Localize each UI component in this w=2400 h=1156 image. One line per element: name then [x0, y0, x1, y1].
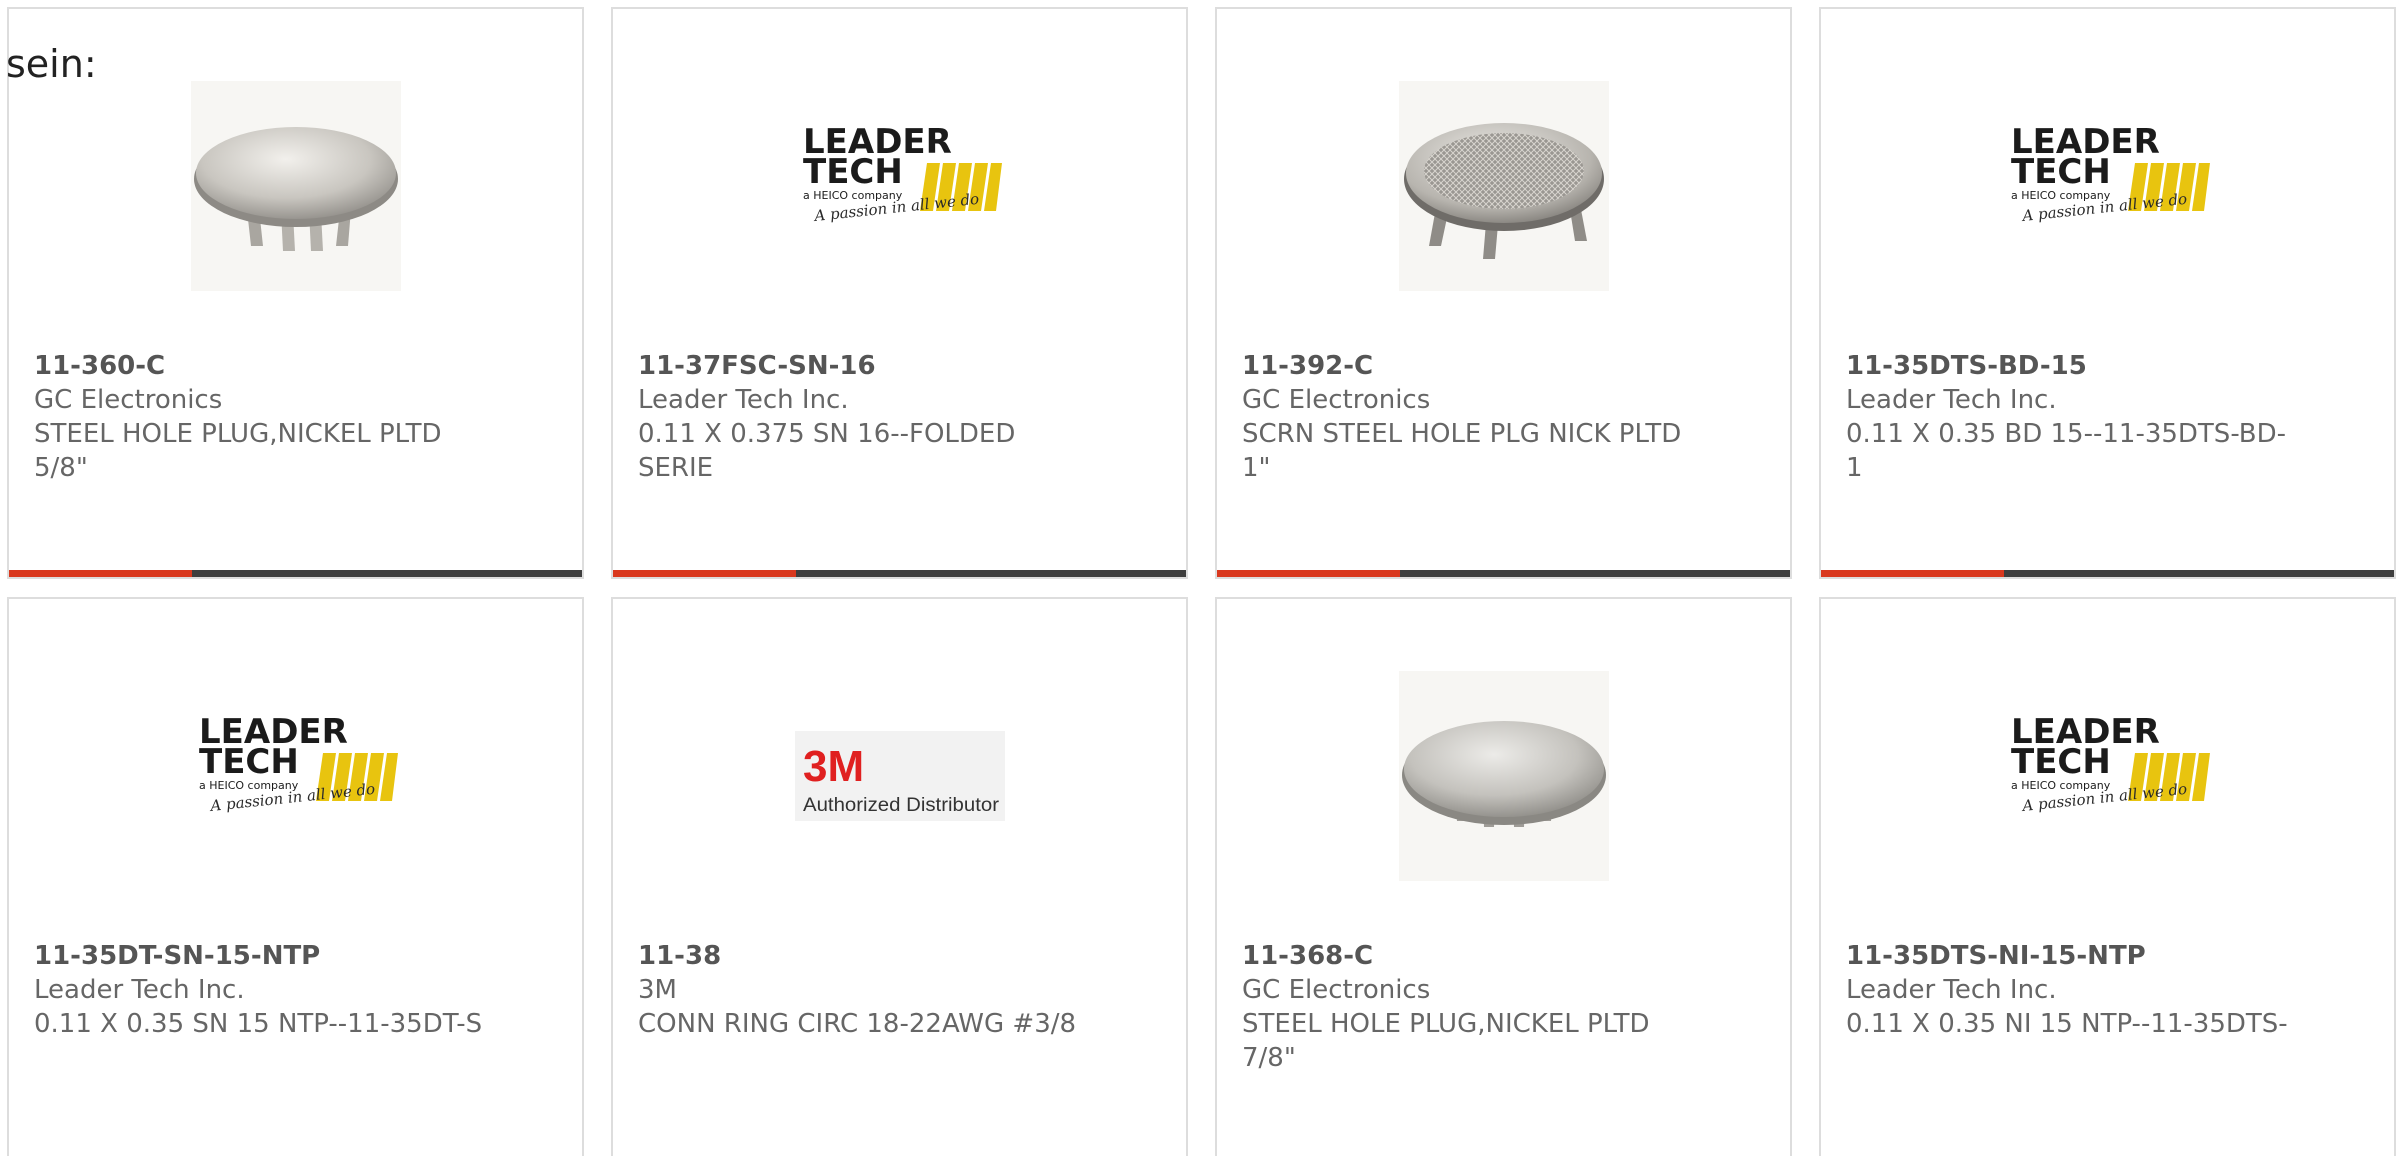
threem-mark: 3M [803, 742, 864, 791]
product-description: SCRN STEEL HOLE PLG NICK PLTD 1" [1242, 419, 1682, 483]
leader-line2: TECH [803, 152, 903, 192]
3m-logo[interactable]: 3M Authorized Distributor [794, 671, 1005, 881]
product-info: 11-35DTS-BD-15 Leader Tech Inc. 0.11 X 0… [1846, 349, 2296, 485]
part-number-link[interactable]: 11-368-C [1242, 939, 1692, 973]
product-card[interactable]: LEADER TECH a HEICO company A passion in… [7, 597, 584, 1156]
leader-tech-logo[interactable]: LEADER TECH a HEICO company A passion in… [2003, 671, 2213, 881]
product-description: 0.11 X 0.375 SN 16--FOLDED SERIE [638, 419, 1016, 483]
product-grid-page: sein: 11-360-C GC Electronics STEEL HOLE… [0, 0, 2400, 1156]
product-info: 11-368-C GC Electronics STEEL HOLE PLUG,… [1242, 939, 1692, 1075]
manufacturer-name: 3M [638, 975, 677, 1005]
leader-tech-logo[interactable]: LEADER TECH a HEICO company A passion in… [795, 81, 1005, 291]
manufacturer-name: GC Electronics [1242, 975, 1431, 1005]
manufacturer-name: Leader Tech Inc. [638, 385, 849, 415]
product-card[interactable]: 11-368-C GC Electronics STEEL HOLE PLUG,… [1215, 597, 1792, 1156]
leader-tech-logo[interactable]: LEADER TECH a HEICO company A passion in… [2003, 81, 2213, 291]
manufacturer-name: Leader Tech Inc. [34, 975, 245, 1005]
product-info: 11-392-C GC Electronics SCRN STEEL HOLE … [1242, 349, 1692, 485]
part-number-link[interactable]: 11-35DTS-NI-15-NTP [1846, 939, 2296, 973]
hole-plug-image[interactable] [1398, 671, 1609, 881]
card-accent-bar [613, 570, 1186, 577]
card-accent-bar [1821, 570, 2394, 577]
product-description: 0.11 X 0.35 NI 15 NTP--11-35DTS- [1846, 1009, 2288, 1039]
manufacturer-name: GC Electronics [34, 385, 223, 415]
hole-plug-image[interactable] [190, 81, 401, 291]
product-card[interactable]: 3M Authorized Distributor 11-38 3M CONN … [611, 597, 1188, 1156]
part-number-link[interactable]: 11-392-C [1242, 349, 1692, 383]
screen-hole-plug-image[interactable] [1398, 81, 1609, 291]
product-info: 11-37FSC-SN-16 Leader Tech Inc. 0.11 X 0… [638, 349, 1088, 485]
part-number-link[interactable]: 11-37FSC-SN-16 [638, 349, 1088, 383]
product-info: 11-35DTS-NI-15-NTP Leader Tech Inc. 0.11… [1846, 939, 2296, 1041]
product-card[interactable]: LEADER TECH a HEICO company A passion in… [1819, 7, 2396, 579]
product-description: 0.11 X 0.35 SN 15 NTP--11-35DT-S [34, 1009, 483, 1039]
leader-tech-logo[interactable]: LEADER TECH a HEICO company A passion in… [191, 671, 401, 881]
leader-line2: TECH [199, 742, 299, 782]
leader-line2: TECH [2011, 152, 2111, 192]
leader-line2: TECH [2011, 742, 2111, 782]
intro-text: sein: [6, 42, 97, 86]
product-info: 11-35DT-SN-15-NTP Leader Tech Inc. 0.11 … [34, 939, 484, 1041]
product-info: 11-38 3M CONN RING CIRC 18-22AWG #3/8 [638, 939, 1088, 1041]
manufacturer-name: GC Electronics [1242, 385, 1431, 415]
product-description: STEEL HOLE PLUG,NICKEL PLTD 7/8" [1242, 1009, 1650, 1073]
product-card[interactable]: 11-392-C GC Electronics SCRN STEEL HOLE … [1215, 7, 1792, 579]
card-accent-bar [1217, 570, 1790, 577]
product-card[interactable]: 11-360-C GC Electronics STEEL HOLE PLUG,… [7, 7, 584, 579]
part-number-link[interactable]: 11-35DT-SN-15-NTP [34, 939, 484, 973]
manufacturer-name: Leader Tech Inc. [1846, 975, 2057, 1005]
part-number-link[interactable]: 11-38 [638, 939, 1088, 973]
manufacturer-name: Leader Tech Inc. [1846, 385, 2057, 415]
product-description: 0.11 X 0.35 BD 15--11-35DTS-BD-1 [1846, 419, 2287, 483]
part-number-link[interactable]: 11-35DTS-BD-15 [1846, 349, 2296, 383]
product-description: CONN RING CIRC 18-22AWG #3/8 [638, 1009, 1077, 1039]
product-description: STEEL HOLE PLUG,NICKEL PLTD 5/8" [34, 419, 442, 483]
card-accent-bar [9, 570, 582, 577]
product-info: 11-360-C GC Electronics STEEL HOLE PLUG,… [34, 349, 484, 485]
part-number-link[interactable]: 11-360-C [34, 349, 484, 383]
product-card[interactable]: LEADER TECH a HEICO company A passion in… [611, 7, 1188, 579]
threem-sub: Authorized Distributor [803, 795, 1000, 816]
product-card[interactable]: LEADER TECH a HEICO company A passion in… [1819, 597, 2396, 1156]
